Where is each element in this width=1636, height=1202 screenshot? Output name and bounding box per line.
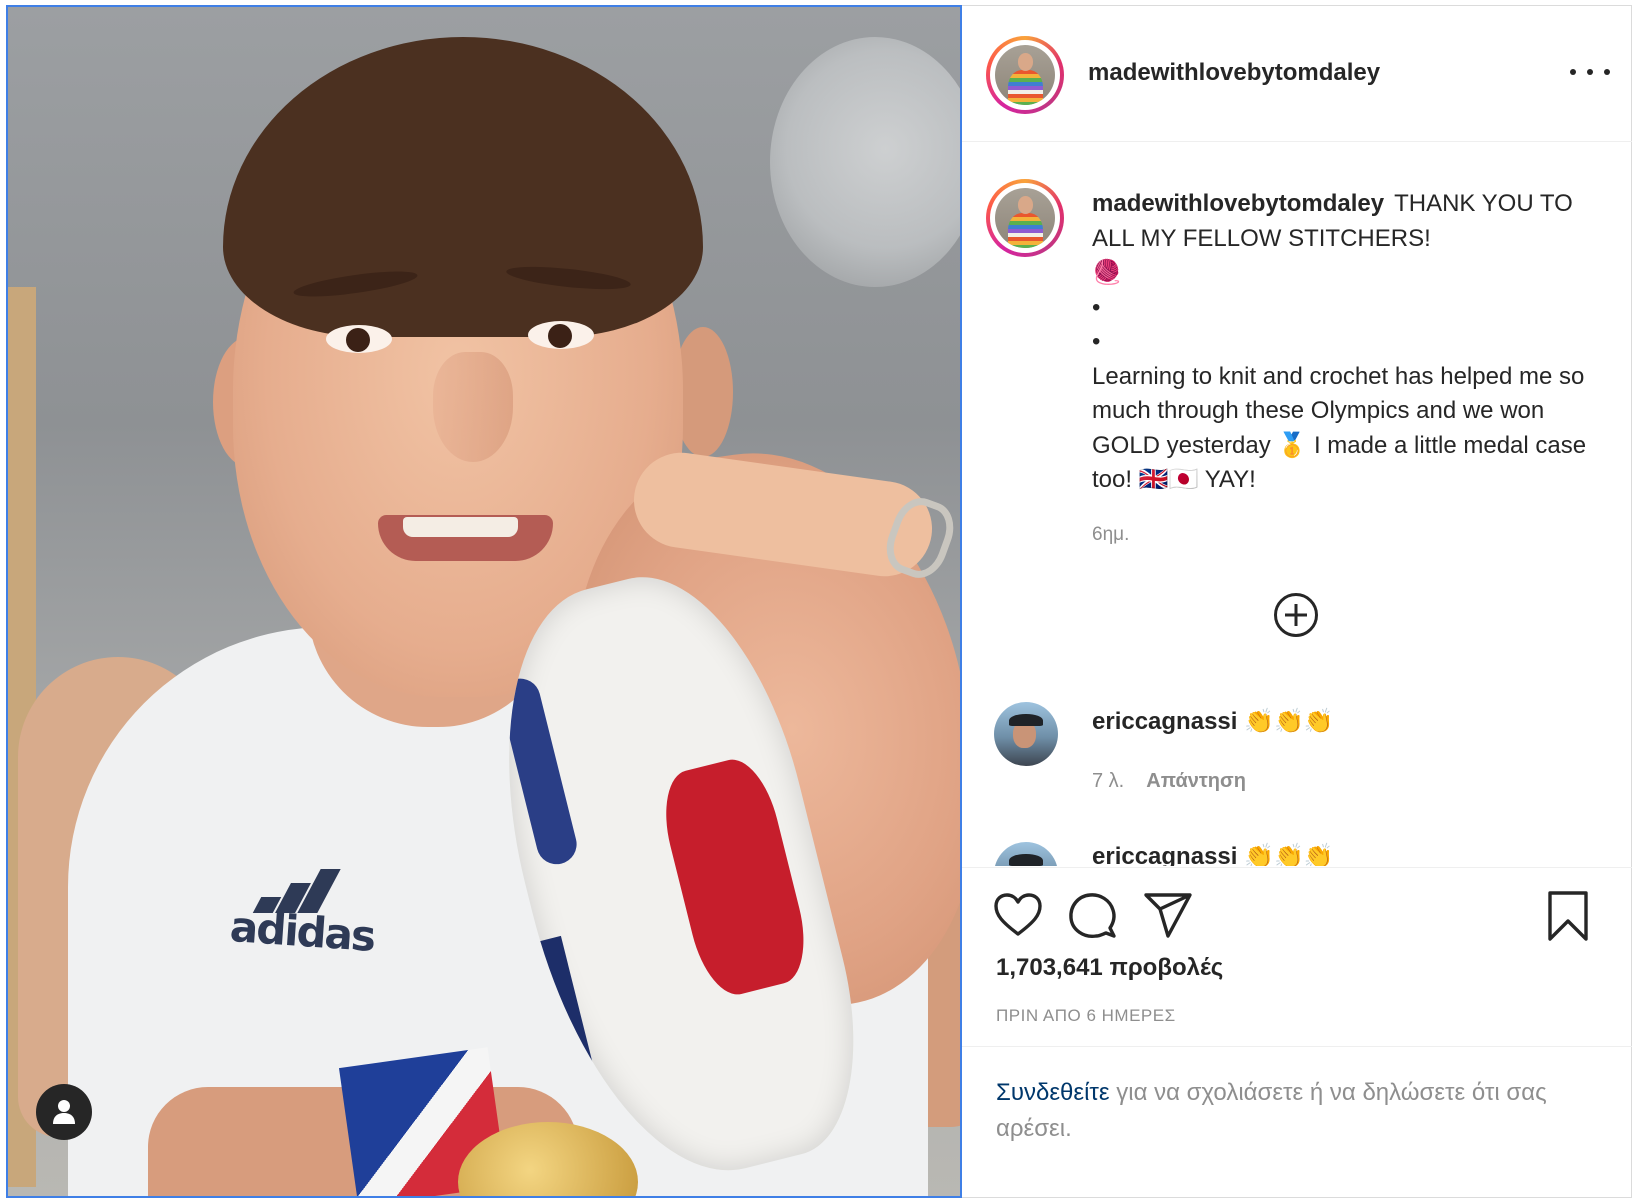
- tagged-users-button[interactable]: [36, 1084, 92, 1140]
- caption-line: Learning to knit and crochet has helped …: [1092, 362, 1587, 494]
- reply-button[interactable]: Απάντηση: [1146, 770, 1246, 792]
- heart-icon[interactable]: [992, 890, 1044, 942]
- load-more-comments-icon[interactable]: [1273, 592, 1319, 638]
- more-dot: [1604, 69, 1610, 75]
- post-video[interactable]: adidas: [6, 5, 962, 1198]
- post-actions: 1,703,641 προβολές ΠΡΙΝ ΑΠΟ 6 ΗΜΕΡΕΣ: [962, 867, 1632, 1048]
- comment-avatar[interactable]: [994, 842, 1058, 866]
- shirt-logo-text: adidas: [228, 902, 376, 961]
- person-icon: [53, 1100, 75, 1124]
- caption-username[interactable]: madewithlovebytomdaley: [1092, 190, 1384, 217]
- caption-line: •: [1092, 293, 1101, 321]
- comment-meta: 7 λ. Απάντηση: [1092, 770, 1246, 793]
- nose: [433, 352, 513, 462]
- caption: madewithlovebytomdaley THANK YOU TO ALL M…: [1092, 187, 1602, 498]
- author-username[interactable]: madewithlovebytomdaley: [1088, 59, 1380, 87]
- caption-line: •: [1092, 328, 1101, 355]
- caption-avatar[interactable]: [986, 179, 1064, 257]
- teeth: [403, 517, 518, 537]
- login-prompt: Συνδεθείτε για να σχολιάσετε ή να δηλώσε…: [962, 1046, 1632, 1199]
- comment-body: 👏👏👏: [1244, 843, 1334, 866]
- right-eye: [528, 321, 594, 349]
- more-dot: [1570, 69, 1576, 75]
- caption-timestamp[interactable]: 6ημ.: [1092, 524, 1129, 546]
- bookmark-icon[interactable]: [1542, 890, 1594, 942]
- comment-avatar[interactable]: [994, 702, 1058, 766]
- comment: ericcagnassi 👏👏👏: [1092, 707, 1334, 736]
- comment-icon[interactable]: [1066, 890, 1118, 942]
- left-eye: [326, 325, 392, 353]
- view-count[interactable]: 1,703,641 προβολές: [996, 954, 1223, 982]
- post-date[interactable]: ΠΡΙΝ ΑΠΟ 6 ΗΜΕΡΕΣ: [996, 1006, 1176, 1026]
- comment-timestamp[interactable]: 7 λ.: [1092, 770, 1124, 792]
- post-header: madewithlovebytomdaley: [962, 5, 1632, 142]
- comment: ericcagnassi 👏👏👏: [1092, 842, 1334, 866]
- share-icon[interactable]: [1142, 890, 1194, 942]
- caption-line: 🧶: [1092, 259, 1122, 286]
- comment-username[interactable]: ericcagnassi: [1092, 708, 1237, 735]
- background-light: [770, 37, 960, 287]
- comment-body: 👏👏👏: [1244, 708, 1334, 735]
- more-dot: [1587, 69, 1593, 75]
- more-options-button[interactable]: [1570, 59, 1610, 85]
- comments-list[interactable]: madewithlovebytomdaley THANK YOU TO ALL M…: [962, 142, 1632, 866]
- comment-username[interactable]: ericcagnassi: [1092, 843, 1237, 866]
- post-side-panel: madewithlovebytomdaley madewithlovebytom…: [962, 5, 1632, 1198]
- login-prompt-text: Συνδεθείτε για να σχολιάσετε ή να δηλώσε…: [996, 1075, 1596, 1147]
- login-link[interactable]: Συνδεθείτε: [996, 1079, 1110, 1106]
- author-avatar[interactable]: [986, 36, 1064, 114]
